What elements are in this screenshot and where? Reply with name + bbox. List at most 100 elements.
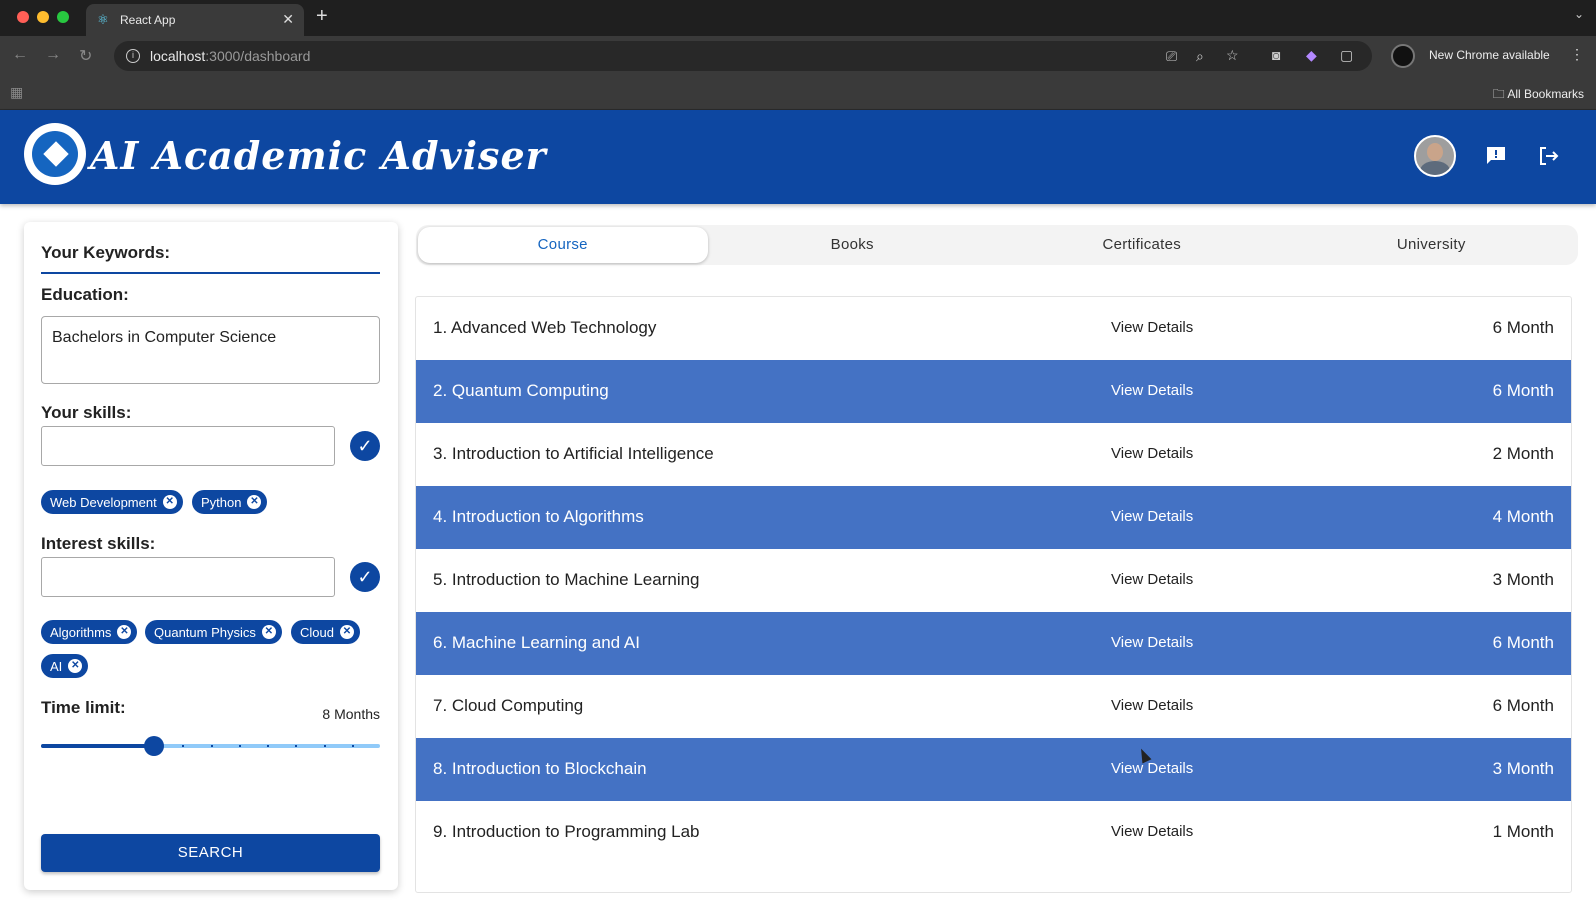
slider-tick (97, 745, 100, 747)
course-duration: 3 Month (1492, 759, 1554, 778)
remove-chip-icon[interactable]: ✕ (261, 625, 276, 639)
course-name: 7. Cloud Computing (433, 696, 584, 715)
course-row[interactable]: 5. Introduction to Machine Learning View… (416, 549, 1571, 612)
interest-chip-label: AI (50, 658, 63, 674)
course-row[interactable]: 2. Quantum Computing View Details 6 Mont… (416, 360, 1571, 423)
education-field[interactable]: Bachelors in Computer Science (41, 316, 380, 384)
extensions-icon[interactable]: ▢ (1340, 47, 1353, 64)
skills-label: Your skills: (41, 403, 132, 422)
slider-tick (267, 745, 269, 747)
zoom-icon[interactable]: ⌕ (1196, 48, 1204, 65)
slider-tick (295, 745, 298, 747)
course-row[interactable]: 4. Introduction to Algorithms View Detai… (416, 486, 1571, 549)
interest-chip-label: Quantum Physics (154, 624, 256, 640)
tab-certificates[interactable]: Certificates (997, 227, 1287, 263)
search-button[interactable]: SEARCH (41, 834, 380, 872)
browser-tab[interactable]: ⚛ React App ✕ (86, 4, 304, 36)
tab-books[interactable]: Books (708, 227, 998, 263)
course-row[interactable]: 3. Introduction to Artificial Intelligen… (416, 423, 1571, 486)
bookmark-star-icon[interactable]: ☆ (1226, 47, 1239, 64)
course-name: 6. Machine Learning and AI (433, 633, 640, 652)
result-tabs: Course Books Certificates University (416, 225, 1578, 265)
zoom-window-button[interactable] (57, 11, 69, 23)
course-duration: 6 Month (1492, 381, 1554, 400)
course-duration: 6 Month (1492, 318, 1554, 337)
more-menu-icon[interactable]: ⋮ (1570, 46, 1584, 63)
feedback-icon[interactable] (1484, 144, 1508, 173)
logout-icon[interactable] (1536, 144, 1560, 173)
avatar[interactable] (1414, 135, 1456, 177)
skill-chip-label: Web Development (50, 494, 157, 510)
remove-chip-icon[interactable]: ✕ (117, 625, 132, 639)
interest-chip: Algorithms ✕ (41, 620, 138, 644)
install-app-icon[interactable]: ⎚ (1166, 48, 1177, 65)
bookmarks-bar: ▦ 🗀 All Bookmarks (0, 76, 1596, 110)
apps-grid-icon[interactable]: ▦ (10, 84, 23, 101)
logo-icon (24, 123, 86, 185)
chevron-down-icon[interactable]: ⌄ (1574, 7, 1584, 21)
skills-input[interactable] (41, 426, 335, 466)
site-info-icon[interactable]: i (126, 49, 140, 63)
course-list: 1. Advanced Web Technology View Details … (415, 296, 1572, 893)
course-duration: 2 Month (1492, 444, 1554, 463)
course-row[interactable]: 8. Introduction to Blockchain View Detai… (416, 738, 1571, 801)
course-name: 5. Introduction to Machine Learning (433, 570, 700, 589)
interest-chip: Cloud ✕ (291, 620, 360, 644)
skill-chip-label: Python (201, 494, 242, 510)
forward-icon[interactable]: → (45, 46, 61, 64)
slider-tick (69, 745, 72, 747)
url-host: localhost (150, 48, 206, 64)
course-row[interactable]: 1. Advanced Web Technology View Details … (416, 297, 1571, 360)
course-duration: 6 Month (1492, 633, 1554, 652)
view-details-link[interactable]: View Details (1111, 823, 1193, 840)
profile-icon[interactable] (1391, 44, 1415, 68)
url-input[interactable]: i localhost:3000/dashboard ⎚ ⌕ ☆ (114, 41, 1372, 71)
view-details-link[interactable]: View Details (1111, 634, 1193, 651)
all-bookmarks[interactable]: 🗀 All Bookmarks (1493, 85, 1584, 106)
keywords-panel: Your Keywords: Education: Bachelors in C… (24, 222, 398, 890)
new-tab-button[interactable]: + (316, 5, 328, 28)
slider-tick (238, 745, 241, 747)
app-header: AI Academic Adviser (0, 110, 1596, 204)
url-path: :3000/dashboard (205, 48, 311, 64)
back-icon[interactable]: ← (12, 46, 28, 64)
view-details-link[interactable]: View Details (1111, 382, 1193, 399)
course-name: 2. Quantum Computing (433, 381, 609, 400)
course-row[interactable]: 7. Cloud Computing View Details 6 Month (416, 675, 1571, 738)
keywords-heading: Your Keywords: (41, 243, 171, 262)
view-details-link[interactable]: View Details (1111, 508, 1193, 525)
new-chrome-available[interactable]: New Chrome available (1429, 48, 1550, 62)
camera-icon[interactable]: ◙ (1272, 47, 1280, 63)
add-interest-button[interactable]: ✓ (350, 562, 380, 592)
remove-chip-icon[interactable]: ✕ (162, 495, 177, 509)
address-bar-row: ← → ↻ i localhost:3000/dashboard ⎚ ⌕ ☆ ◙… (0, 36, 1596, 76)
reload-icon[interactable]: ↻ (79, 46, 92, 66)
remove-chip-icon[interactable]: ✕ (68, 659, 83, 673)
close-window-button[interactable] (17, 11, 29, 23)
skill-chip: Web Development ✕ (41, 490, 183, 514)
course-row[interactable]: 6. Machine Learning and AI View Details … (416, 612, 1571, 675)
view-details-link[interactable]: View Details (1111, 319, 1193, 336)
slider-thumb[interactable] (144, 736, 164, 756)
course-duration: 3 Month (1492, 570, 1554, 589)
slider-tick (210, 745, 213, 747)
interest-input[interactable] (41, 557, 335, 597)
add-skill-button[interactable]: ✓ (350, 431, 380, 461)
minimize-window-button[interactable] (37, 11, 49, 23)
tab-university[interactable]: University (1287, 227, 1577, 263)
view-details-link[interactable]: View Details (1111, 697, 1193, 714)
slider-tick (125, 745, 128, 747)
course-duration: 6 Month (1492, 696, 1554, 715)
view-details-link[interactable]: View Details (1111, 445, 1193, 462)
view-details-link[interactable]: View Details (1111, 760, 1193, 777)
slider-tick (323, 745, 326, 747)
view-details-link[interactable]: View Details (1111, 571, 1193, 588)
time-limit-slider[interactable] (41, 736, 380, 756)
close-icon[interactable]: ✕ (282, 11, 294, 28)
course-name: 4. Introduction to Algorithms (433, 507, 644, 526)
tab-course[interactable]: Course (418, 227, 708, 263)
remove-chip-icon[interactable]: ✕ (247, 495, 262, 509)
extension-shield-icon[interactable]: ◆ (1306, 47, 1317, 64)
remove-chip-icon[interactable]: ✕ (339, 625, 354, 639)
course-row[interactable]: 9. Introduction to Programming Lab View … (416, 801, 1571, 864)
